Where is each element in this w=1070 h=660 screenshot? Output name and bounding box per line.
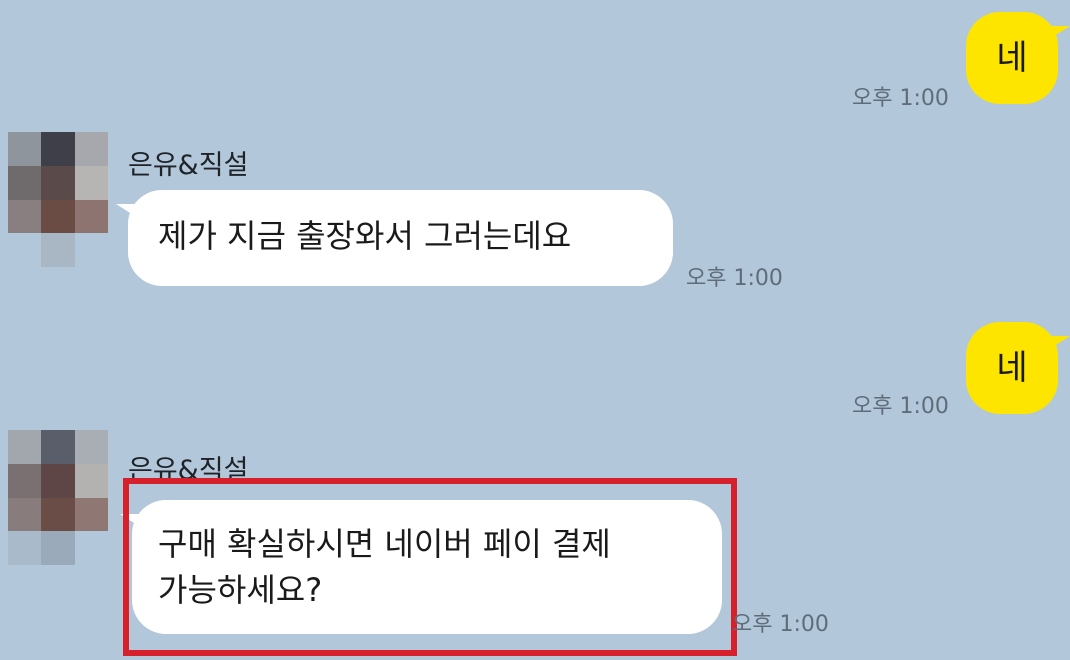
message-timestamp-4: 오후 1:00 — [732, 612, 829, 637]
message-timestamp-2: 오후 1:00 — [686, 266, 783, 291]
incoming-message-text-1: 제가 지금 출장와서 그러는데요 — [158, 217, 572, 255]
avatar[interactable] — [8, 132, 108, 267]
message-timestamp-1: 오후 1:00 — [852, 86, 949, 111]
outgoing-message-text-2: 네 — [996, 348, 1028, 388]
message-timestamp-3: 오후 1:00 — [852, 394, 949, 419]
avatar[interactable] — [8, 430, 108, 565]
sender-name-1: 은유&직설 — [128, 150, 249, 181]
outgoing-bubble-2[interactable]: 네 — [966, 322, 1070, 414]
highlight-annotation-box — [123, 478, 737, 656]
incoming-bubble-1[interactable]: 제가 지금 출장와서 그러는데요 — [116, 190, 673, 286]
outgoing-bubble-1[interactable]: 네 — [966, 12, 1070, 104]
outgoing-message-text-1: 네 — [996, 38, 1028, 78]
